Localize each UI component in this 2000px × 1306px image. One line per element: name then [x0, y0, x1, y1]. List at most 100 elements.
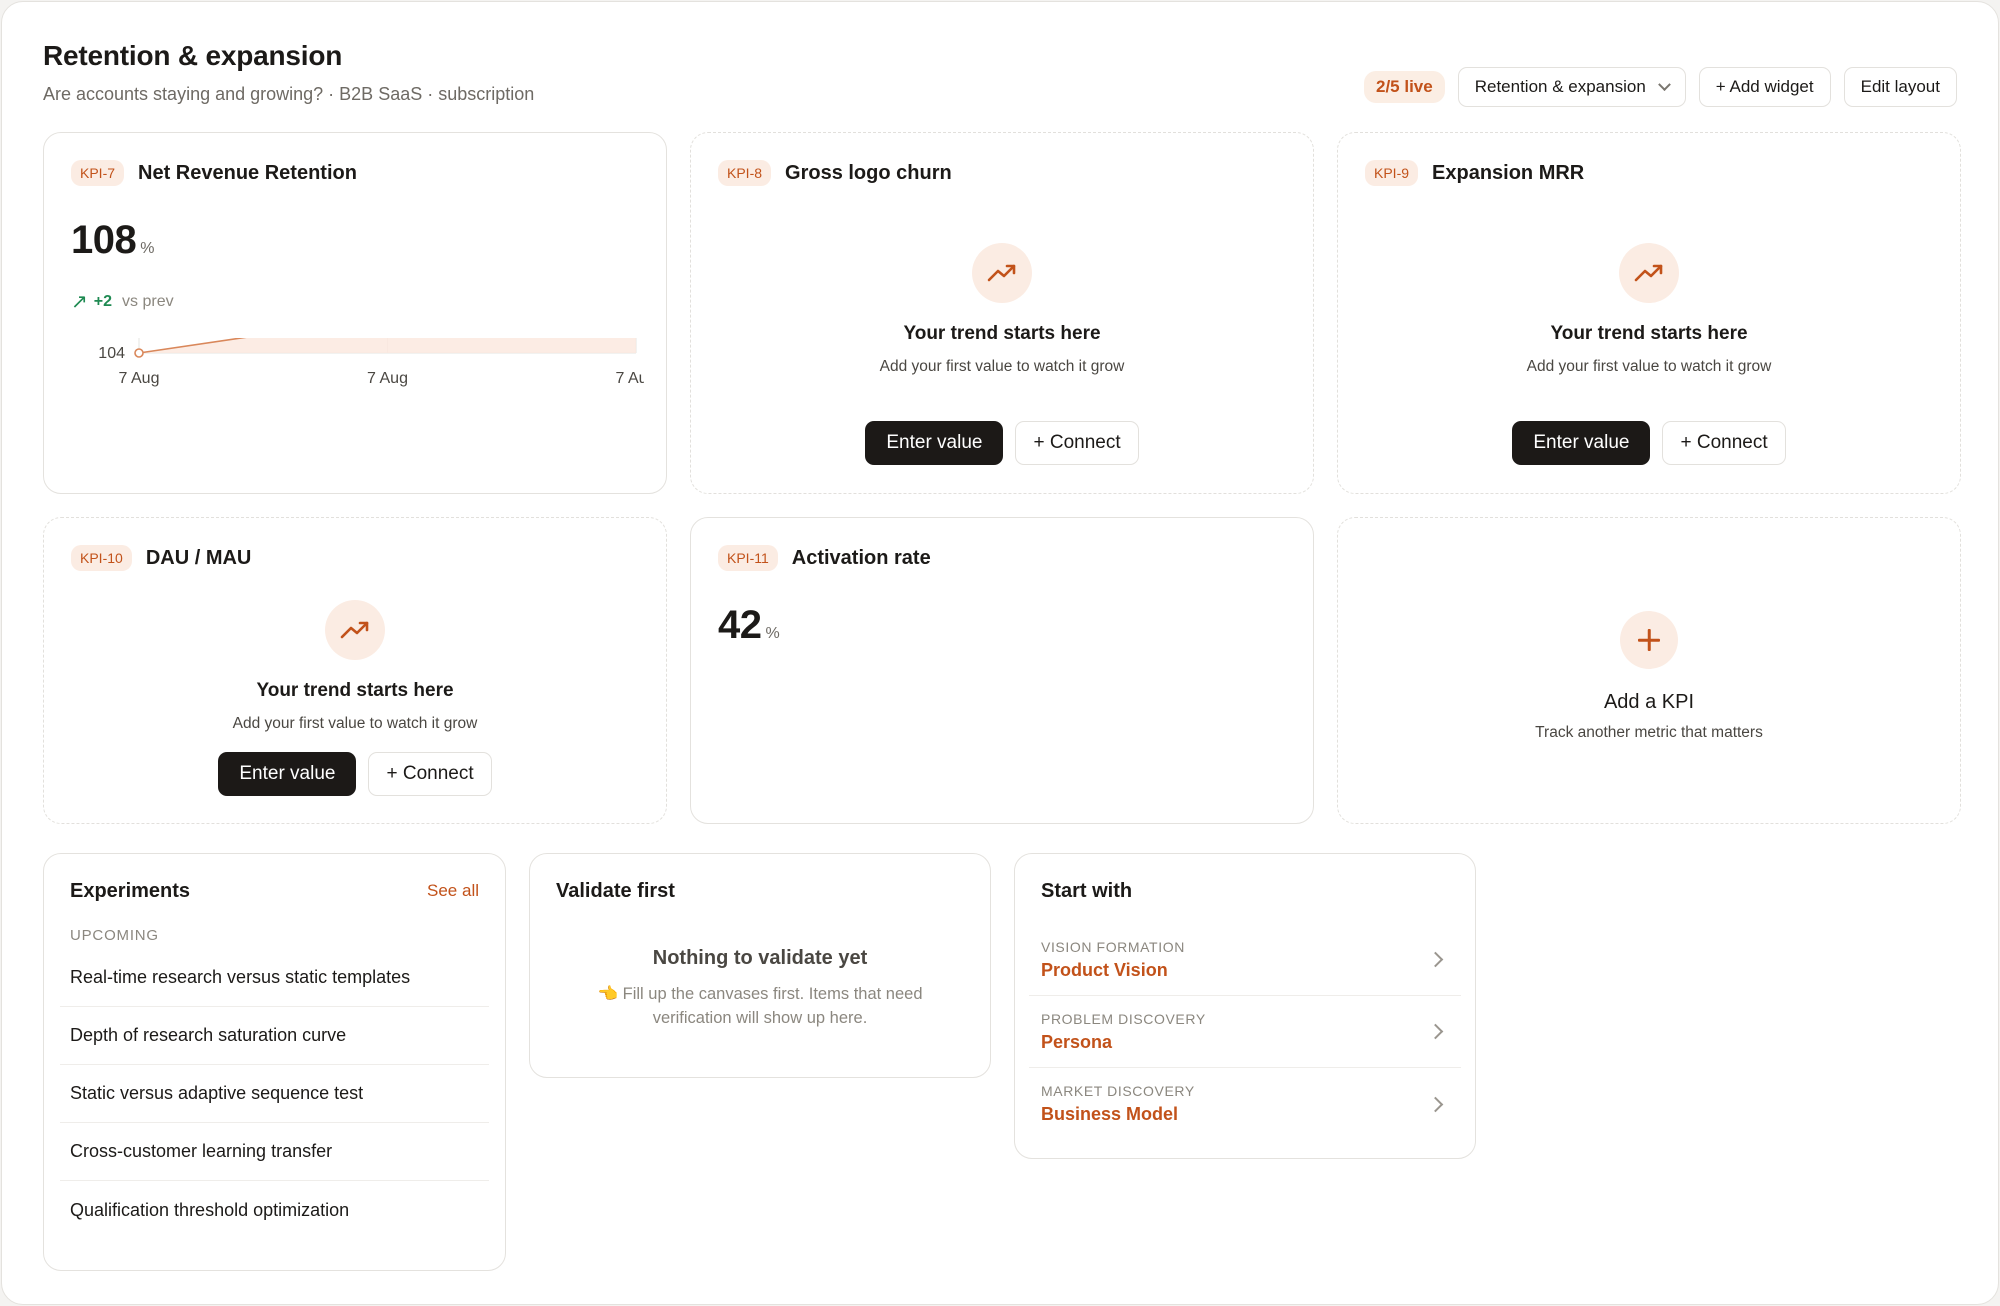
enter-value-button[interactable]: Enter value	[218, 752, 357, 796]
kpi-delta: ↗ +2 vs prev	[71, 289, 174, 314]
kpi-card-dau-mau[interactable]: KPI-10 DAU / MAU Your trend starts here …	[43, 517, 667, 824]
add-kpi-content: Add a KPI Track another metric that matt…	[1338, 611, 1960, 742]
kpi-tag: KPI-9	[1365, 160, 1419, 186]
toolbar: 2/5 live Retention & expansion + Add wid…	[1364, 67, 1957, 107]
empty-subtitle: Add your first value to watch it grow	[879, 358, 1125, 375]
kpi-delta-value: +2	[93, 292, 113, 310]
list-item[interactable]: Cross-customer learning transfer	[60, 1123, 489, 1181]
chevron-right-icon	[1427, 1023, 1444, 1040]
connect-button[interactable]: + Connect	[1015, 421, 1139, 465]
start-item-business-model[interactable]: MARKET DISCOVERY Business Model	[1029, 1068, 1461, 1140]
start-item-text: PROBLEM DISCOVERY Persona	[1041, 1011, 1206, 1053]
list-item[interactable]: Real-time research versus static templat…	[60, 949, 489, 1007]
kpi-value-number: 42	[718, 603, 762, 647]
kpi-value: 108%	[71, 218, 154, 263]
panel-title: Start with	[1041, 880, 1133, 902]
chart-x-tick-label: 7 Aug	[367, 370, 408, 387]
add-kpi-subtitle: Track another metric that matters	[1535, 724, 1763, 741]
start-item-name: Persona	[1041, 1031, 1113, 1052]
trend-up-icon	[1619, 243, 1679, 303]
page-subtitle: Are accounts staying and growing? · B2B …	[43, 84, 535, 104]
empty-title: Your trend starts here	[903, 323, 1101, 344]
trend-up-icon	[972, 243, 1032, 303]
kpi-header: KPI-7 Net Revenue Retention	[71, 160, 357, 186]
panel-title: Validate first	[556, 880, 675, 902]
chevron-down-icon	[1657, 77, 1671, 91]
kpi-empty-state: Your trend starts here Add your first va…	[44, 600, 666, 733]
experiments-panel: Experiments See all UPCOMING Real-time r…	[43, 853, 506, 1271]
dashboard-frame: Retention & expansion Are accounts stayi…	[1, 1, 1999, 1305]
kpi-tag: KPI-8	[718, 160, 772, 186]
start-item-name: Business Model	[1041, 1104, 1179, 1124]
kpi-value: 42%	[718, 603, 780, 648]
start-item-category: PROBLEM DISCOVERY	[1041, 1010, 1206, 1027]
kpi-header: KPI-10 DAU / MAU	[71, 545, 251, 571]
list-item[interactable]: Static versus adaptive sequence test	[60, 1065, 489, 1123]
empty-line-1: Fill up the canvases first. Items that n…	[622, 985, 923, 1003]
dashboard-select[interactable]: Retention & expansion	[1457, 67, 1686, 107]
kpi-value-unit: %	[140, 240, 154, 257]
kpi-card-activation-rate[interactable]: KPI-11 Activation rate 42%	[690, 517, 1314, 824]
connect-button[interactable]: + Connect	[1662, 421, 1786, 465]
kpi-tag: KPI-7	[71, 160, 125, 186]
nrr-trend-chart: 1081061047 Aug7 Aug7 Aug	[98, 338, 644, 387]
kpi-name: Expansion MRR	[1432, 161, 1585, 184]
chart-y-tick-label: 104	[98, 345, 125, 362]
kpi-header: KPI-11 Activation rate	[718, 545, 931, 571]
dashboard-select-label: Retention & expansion	[1474, 77, 1646, 96]
panel-title: Experiments	[70, 880, 191, 902]
start-with-list: VISION FORMATION Product Vision PROBLEM …	[1029, 924, 1461, 1140]
kpi-name: Gross logo churn	[785, 161, 952, 184]
start-item-category: MARKET DISCOVERY	[1041, 1083, 1195, 1099]
kpi-header: KPI-8 Gross logo churn	[718, 160, 952, 186]
list-item[interactable]: Depth of research saturation curve	[60, 1007, 489, 1065]
chart-area	[139, 338, 636, 353]
empty-title: Your trend starts here	[1550, 323, 1748, 344]
start-item-text: MARKET DISCOVERY Business Model	[1041, 1083, 1195, 1125]
chart-x-tick-label: 7 Aug	[616, 370, 644, 387]
validate-empty-state: Nothing to validate yet 👈 Fill up the ca…	[530, 947, 990, 1030]
start-with-panel: Start with VISION FORMATION Product Visi…	[1014, 853, 1476, 1159]
trend-up-icon	[325, 600, 385, 660]
start-item-text: VISION FORMATION Product Vision	[1041, 939, 1185, 981]
empty-subtitle: 👈 Fill up the canvases first. Items that…	[530, 982, 990, 1030]
live-count-badge: 2/5 live	[1364, 71, 1445, 103]
add-widget-button[interactable]: + Add widget	[1698, 67, 1831, 107]
enter-value-button[interactable]: Enter value	[865, 421, 1004, 465]
page-title: Retention & expansion	[43, 40, 343, 71]
enter-value-button[interactable]: Enter value	[1512, 421, 1651, 465]
plus-icon	[1620, 611, 1678, 669]
kpi-tag: KPI-11	[718, 545, 778, 571]
kpi-empty-state: Your trend starts here Add your first va…	[691, 243, 1313, 376]
kpi-delta-label: vs prev	[122, 292, 174, 310]
start-item-product-vision[interactable]: VISION FORMATION Product Vision	[1029, 924, 1461, 996]
kpi-name: Net Revenue Retention	[138, 161, 357, 184]
kpi-actions: Enter value + Connect	[691, 421, 1313, 465]
connect-button[interactable]: + Connect	[368, 752, 492, 796]
empty-title: Nothing to validate yet	[652, 947, 868, 969]
arrow-up-right-icon: ↗	[71, 291, 88, 313]
chart-x-tick-label: 7 Aug	[119, 370, 160, 387]
section-label-upcoming: UPCOMING	[70, 927, 159, 944]
kpi-name: DAU / MAU	[145, 546, 252, 569]
kpi-card-expansion-mrr[interactable]: KPI-9 Expansion MRR Your trend starts he…	[1337, 132, 1961, 494]
chevron-right-icon	[1427, 951, 1444, 968]
page-header: Retention & expansion Are accounts stayi…	[43, 40, 534, 105]
kpi-empty-state: Your trend starts here Add your first va…	[1338, 243, 1960, 376]
kpi-tag: KPI-10	[71, 545, 132, 571]
start-item-name: Product Vision	[1041, 959, 1168, 980]
empty-title: Your trend starts here	[256, 680, 454, 701]
see-all-link[interactable]: See all	[427, 881, 479, 901]
experiments-list: Real-time research versus static templat…	[60, 949, 489, 1239]
validate-panel: Validate first Nothing to validate yet 👈…	[529, 853, 991, 1078]
kpi-name: Activation rate	[791, 546, 931, 569]
start-item-persona[interactable]: PROBLEM DISCOVERY Persona	[1029, 996, 1461, 1068]
kpi-value-unit: %	[765, 625, 780, 642]
kpi-card-gross-logo-churn[interactable]: KPI-8 Gross logo churn Your trend starts…	[690, 132, 1314, 494]
kpi-value-number: 108	[71, 218, 137, 262]
list-item[interactable]: Qualification threshold optimization	[60, 1181, 489, 1239]
empty-subtitle: Add your first value to watch it grow	[232, 715, 478, 732]
kpi-card-net-revenue-retention[interactable]: KPI-7 Net Revenue Retention 108% ↗ +2 vs…	[43, 132, 667, 494]
edit-layout-button[interactable]: Edit layout	[1843, 67, 1957, 107]
add-kpi-card[interactable]: Add a KPI Track another metric that matt…	[1337, 517, 1961, 824]
